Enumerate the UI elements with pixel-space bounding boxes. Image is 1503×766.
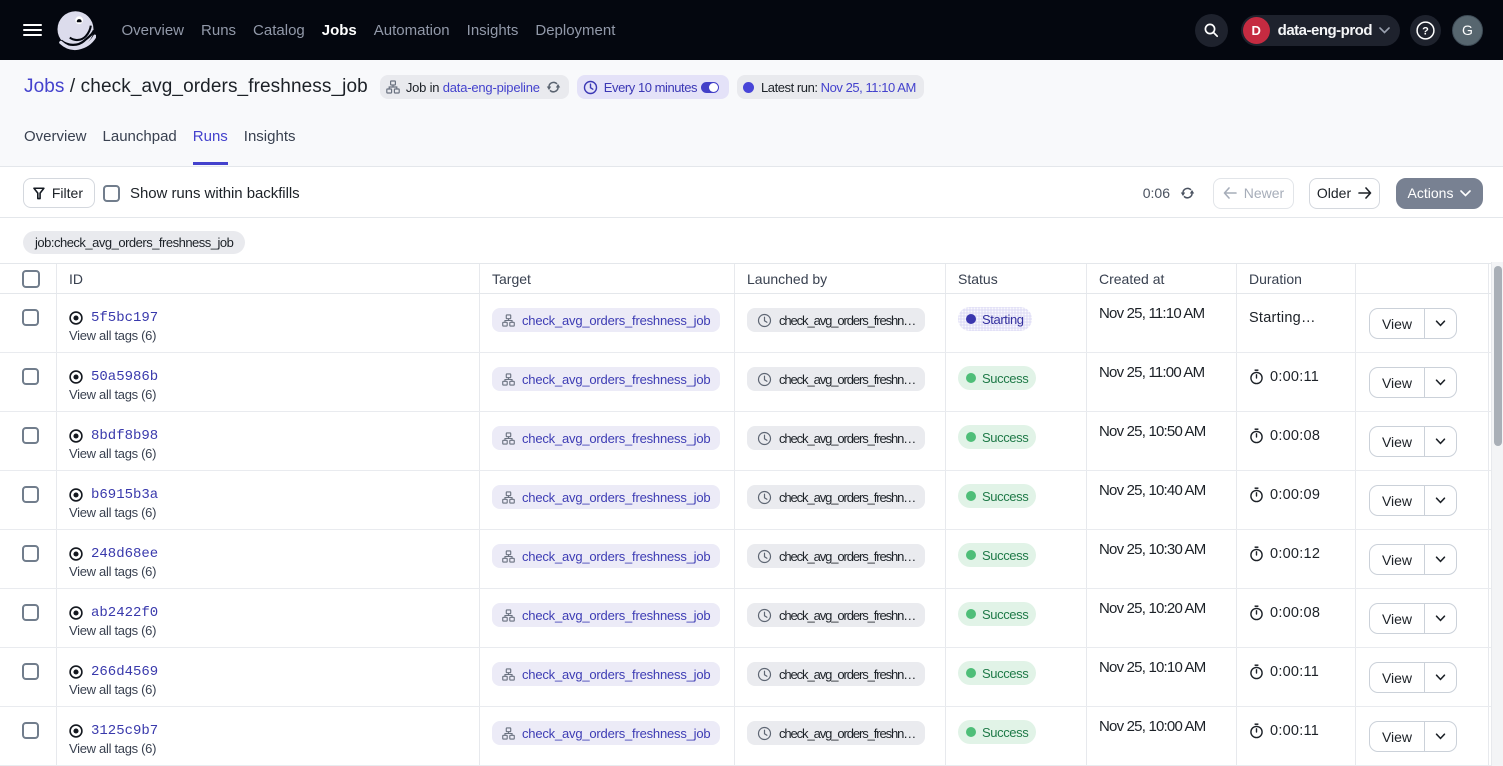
svg-text:?: ? — [1422, 25, 1429, 37]
